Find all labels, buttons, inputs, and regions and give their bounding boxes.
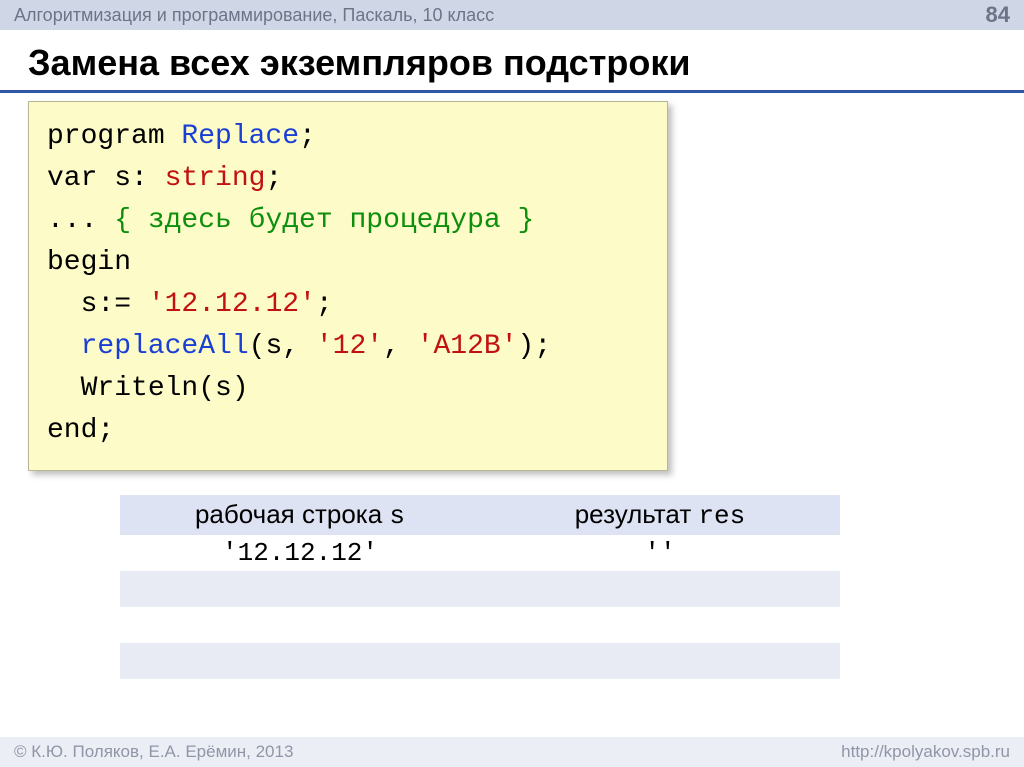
code-line: Writeln(s) [47,373,249,404]
code-punct: ; [316,289,333,320]
code-string: '12.12.12' [148,289,316,320]
result-table: рабочая строка s результат res '12.12.12… [120,495,840,679]
table-cell [480,571,840,607]
code-line: program [47,121,181,152]
code-comment: { здесь будет процедура } [114,205,534,236]
table-header: рабочая строка s результат res [120,495,840,535]
table-cell [120,643,480,679]
header-text: результат [575,499,699,529]
table-cell [120,607,480,643]
footer-url: http://kpolyakov.spb.ru [841,742,1010,762]
table-cell: '12.12.12' [120,535,480,571]
code-punct: ; [299,121,316,152]
code-string: '12' [316,331,383,362]
table-cell [120,571,480,607]
code-line: s:= [47,289,148,320]
table-row [120,643,840,679]
code-indent [47,331,81,362]
header-code: res [698,501,745,531]
code-args: (s, [249,331,316,362]
code-call: replaceAll [81,331,249,362]
code-args: ); [518,331,552,362]
header-text: рабочая строка [195,499,389,529]
code-string: 'A12B' [417,331,518,362]
code-type: string [165,163,266,194]
code-punct: ; [265,163,282,194]
code-line: ... [47,205,114,236]
page-title: Замена всех экземпляров подстроки [0,30,1024,93]
table-cell: '' [480,535,840,571]
code-args: , [383,331,417,362]
code-ident: Replace [181,121,299,152]
code-block: program Replace; var s: string; ... { зд… [28,101,668,471]
page-number: 84 [986,2,1010,28]
table-row: '12.12.12' '' [120,535,840,571]
header-cell: рабочая строка s [120,495,480,535]
code-line: begin [47,247,131,278]
footer-copyright: © К.Ю. Поляков, Е.А. Ерёмин, 2013 [14,742,293,762]
table-cell [480,607,840,643]
code-line: end; [47,415,114,446]
table-row [120,607,840,643]
code-line: var s: [47,163,165,194]
table-cell [480,643,840,679]
breadcrumb: Алгоритмизация и программирование, Паска… [14,5,494,26]
table-row [120,571,840,607]
header-cell: результат res [480,495,840,535]
header-code: s [389,501,405,531]
header-bar: Алгоритмизация и программирование, Паска… [0,0,1024,30]
footer-bar: © К.Ю. Поляков, Е.А. Ерёмин, 2013 http:/… [0,737,1024,767]
